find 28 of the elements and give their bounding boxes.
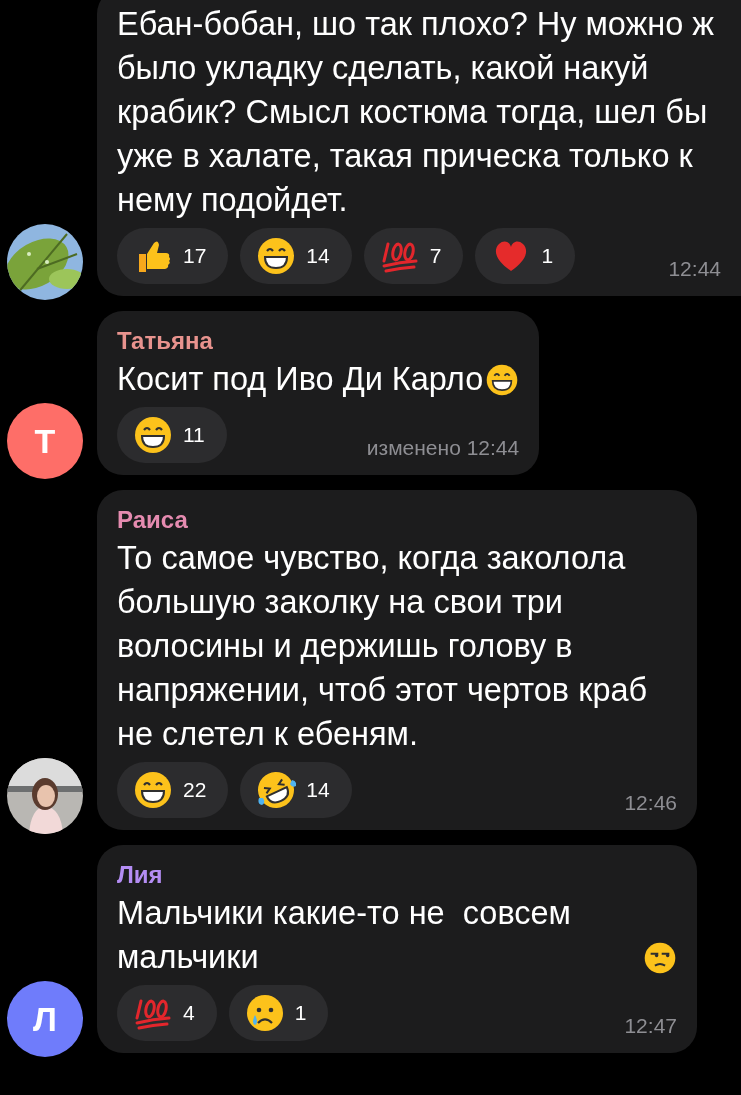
reaction-button[interactable]: 14 bbox=[240, 228, 352, 284]
avatar[interactable]: Л bbox=[7, 981, 83, 1057]
crying-face-icon bbox=[244, 993, 285, 1033]
message-time: 12:46 bbox=[623, 789, 677, 816]
reaction-button[interactable]: 1 bbox=[228, 985, 329, 1041]
sender-name: Татьяна bbox=[117, 326, 214, 356]
message-time: 12:47 bbox=[623, 1012, 677, 1039]
reaction-button[interactable]: 22 bbox=[117, 762, 229, 818]
sender-name: Раиса bbox=[117, 505, 189, 535]
grinning-face-icon bbox=[133, 770, 173, 810]
grinning-face-icon bbox=[133, 415, 173, 455]
reaction-button[interactable]: 14 bbox=[240, 762, 352, 818]
sender-name: Лия bbox=[117, 860, 164, 890]
laughing-face-icon bbox=[256, 770, 297, 810]
reaction-button[interactable]: 7 bbox=[363, 228, 464, 284]
message-text: Косит под Иво Ди Карло bbox=[117, 360, 484, 399]
reaction-button[interactable]: 4 bbox=[117, 985, 217, 1041]
message-time: 12:44 bbox=[667, 255, 721, 282]
unamused-face-icon bbox=[643, 941, 677, 975]
reaction-button[interactable]: 1 bbox=[475, 228, 576, 284]
message-text: Мальчики какие-то не совсем мальчики bbox=[117, 894, 572, 977]
reaction-button[interactable]: 11 bbox=[117, 407, 227, 463]
reaction-button[interactable]: 17 bbox=[117, 228, 229, 284]
message-time: изменено 12:44 bbox=[365, 434, 520, 461]
message-text: То самое чувство, когда заколола большую заколку на свои три волосины и держишь голову в напряжении, чтоб этот чертов краб не слетел к ебеням. bbox=[117, 539, 649, 754]
message-text: Ебан-бобан, шо так плохо? Ну можно ж было укладку сделать, какой накуй крабик? Смысл костюма тогда, шел бы уже в халате, такая прическа только к нему подойдет. bbox=[117, 5, 716, 220]
grinning-face-icon bbox=[256, 236, 297, 276]
grinning-face-icon bbox=[485, 363, 520, 397]
